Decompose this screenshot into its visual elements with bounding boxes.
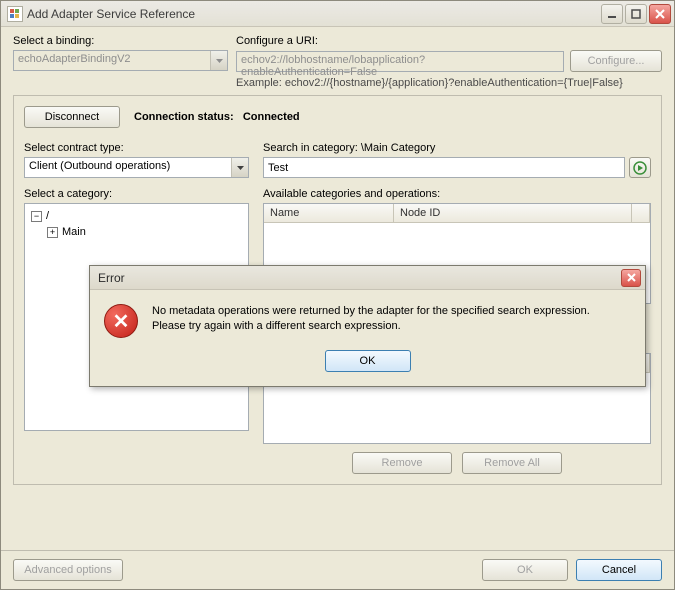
binding-combo[interactable]: echoAdapterBindingV2 <box>13 50 228 71</box>
uri-example: Example: echov2://{hostname}/{applicatio… <box>236 77 662 89</box>
titlebar: Add Adapter Service Reference <box>1 1 674 27</box>
binding-value: echoAdapterBindingV2 <box>13 50 228 71</box>
collapse-icon[interactable]: − <box>31 211 42 222</box>
minimize-button[interactable] <box>601 4 623 24</box>
advanced-options-button[interactable]: Advanced options <box>13 559 123 581</box>
contract-value: Client (Outbound operations) <box>24 157 249 178</box>
chevron-down-icon <box>210 51 227 70</box>
uri-input[interactable]: echov2://lobhostname/lobapplication?enab… <box>236 51 564 72</box>
error-dialog-titlebar: Error <box>90 266 645 290</box>
col-name[interactable]: Name <box>264 204 394 222</box>
remove-button[interactable]: Remove <box>352 452 452 474</box>
error-ok-button[interactable]: OK <box>325 350 411 372</box>
error-close-button[interactable] <box>621 269 641 287</box>
window-title: Add Adapter Service Reference <box>27 7 195 21</box>
close-icon <box>655 9 665 19</box>
ok-button[interactable]: OK <box>482 559 568 581</box>
error-dialog: Error ✕ No metadata operations were retu… <box>89 265 646 387</box>
error-dialog-title: Error <box>98 271 125 285</box>
search-button[interactable] <box>629 157 651 178</box>
disconnect-button[interactable]: Disconnect <box>24 106 120 128</box>
contract-label: Select contract type: <box>24 142 249 154</box>
remove-all-button[interactable]: Remove All <box>462 452 562 474</box>
category-label: Select a category: <box>24 188 249 200</box>
contract-combo[interactable]: Client (Outbound operations) <box>24 157 249 178</box>
minimize-icon <box>607 9 617 19</box>
maximize-button[interactable] <box>625 4 647 24</box>
close-icon <box>627 273 636 282</box>
close-button[interactable] <box>649 4 671 24</box>
search-label: Search in category: \Main Category <box>263 142 651 154</box>
binding-label: Select a binding: <box>13 35 228 47</box>
tree-root[interactable]: − / <box>27 208 246 224</box>
error-icon: ✕ <box>104 304 138 338</box>
chevron-down-icon <box>231 158 248 177</box>
footer: Advanced options OK Cancel <box>1 550 674 589</box>
app-icon <box>7 6 23 22</box>
main-window: Add Adapter Service Reference Select a b… <box>0 0 675 590</box>
tree-item[interactable]: + Main <box>27 224 246 240</box>
available-grid-header: Name Node ID <box>264 204 650 223</box>
maximize-icon <box>631 9 641 19</box>
connection-status: Connection status: Connected <box>134 111 300 123</box>
available-label: Available categories and operations: <box>263 188 651 200</box>
cancel-button[interactable]: Cancel <box>576 559 662 581</box>
col-node-id[interactable]: Node ID <box>394 204 632 222</box>
configure-button[interactable]: Configure... <box>570 50 662 72</box>
search-go-icon <box>633 161 647 175</box>
search-input[interactable] <box>263 157 625 178</box>
expand-icon[interactable]: + <box>47 227 58 238</box>
uri-label: Configure a URI: <box>236 35 662 47</box>
error-message: No metadata operations were returned by … <box>152 304 590 338</box>
